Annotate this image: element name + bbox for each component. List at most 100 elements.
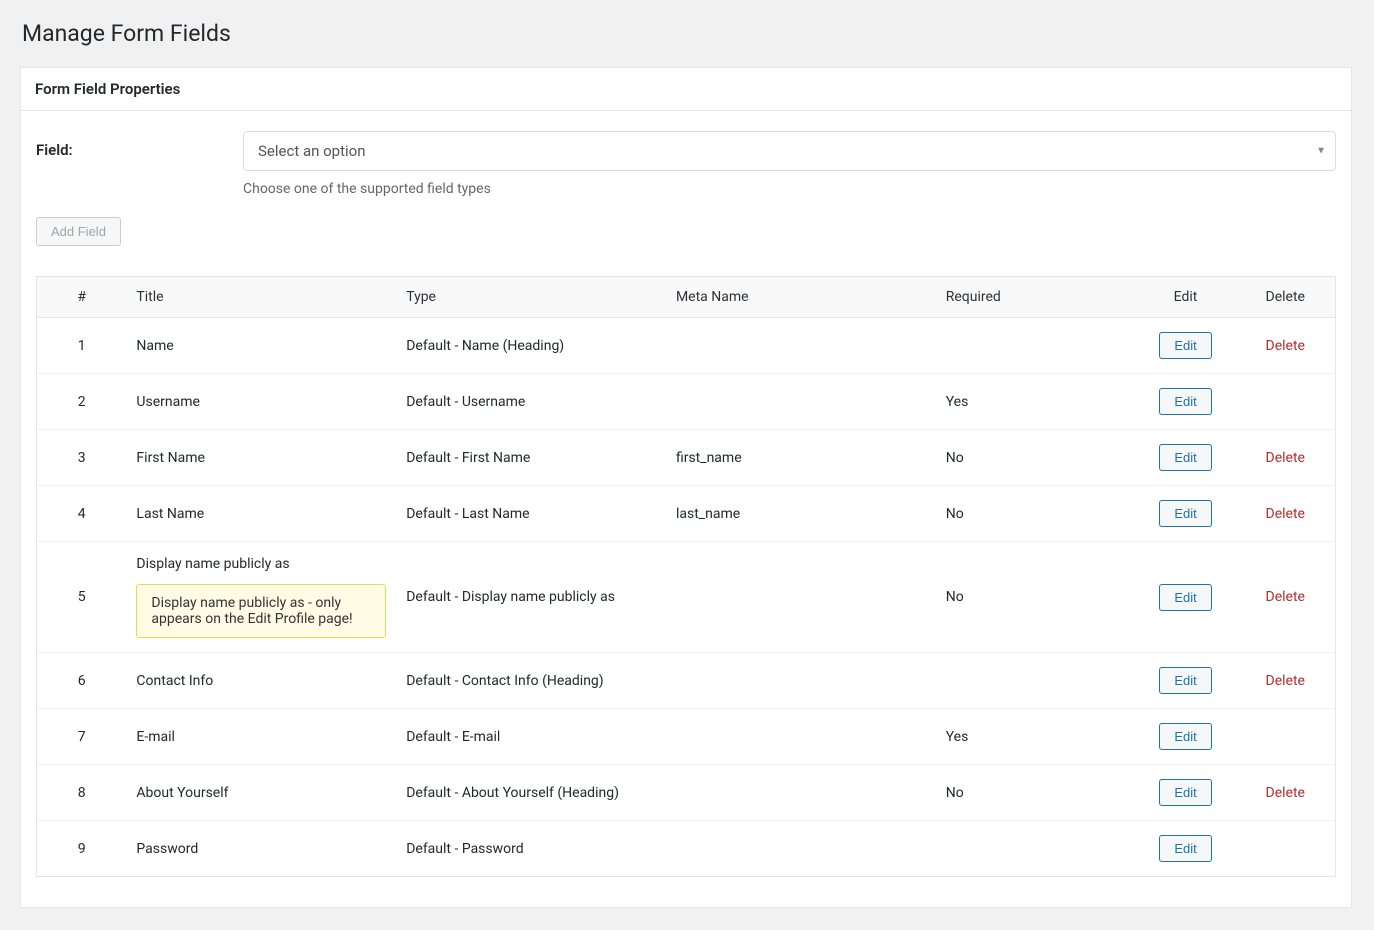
cell-type: Default - First Name [396,430,666,486]
cell-type: Default - About Yourself (Heading) [396,765,666,821]
edit-button[interactable]: Edit [1159,835,1211,862]
table-row: 8About YourselfDefault - About Yourself … [37,765,1336,821]
cell-required: No [936,486,1136,542]
field-description: Choose one of the supported field types [243,181,1336,197]
notice-box: Display name publicly as - only appears … [136,584,386,638]
cell-type: Default - Password [396,821,666,877]
cell-type: Default - E-mail [396,709,666,765]
cell-required: Yes [936,709,1136,765]
field-type-select[interactable]: Select an option [243,131,1336,171]
cell-delete: Delete [1236,765,1336,821]
cell-title-text: Display name publicly as [136,556,289,572]
form-properties-panel: Form Field Properties Field: Select an o… [20,67,1352,908]
table-row: 1NameDefault - Name (Heading)EditDelete [37,318,1336,374]
cell-edit: Edit [1136,430,1236,486]
delete-link[interactable]: Delete [1266,450,1305,466]
cell-required: No [936,542,1136,653]
cell-delete [1236,374,1336,430]
cell-edit: Edit [1136,486,1236,542]
cell-delete [1236,709,1336,765]
cell-required [936,318,1136,374]
edit-button[interactable]: Edit [1159,667,1211,694]
table-row: 6Contact InfoDefault - Contact Info (Hea… [37,653,1336,709]
cell-required: No [936,430,1136,486]
cell-type: Default - Last Name [396,486,666,542]
cell-title: About Yourself [126,765,396,821]
cell-required [936,821,1136,877]
cell-meta [666,318,936,374]
cell-type: Default - Display name publicly as [396,542,666,653]
edit-button[interactable]: Edit [1159,779,1211,806]
panel-header: Form Field Properties [21,68,1351,111]
delete-link[interactable]: Delete [1266,673,1305,689]
cell-meta [666,653,936,709]
cell-edit: Edit [1136,821,1236,877]
cell-title: Contact Info [126,653,396,709]
fields-table: # Title Type Meta Name Required Edit Del… [36,276,1336,877]
cell-type: Default - Username [396,374,666,430]
panel-header-title: Form Field Properties [35,80,180,98]
th-title: Title [126,277,396,318]
delete-link[interactable]: Delete [1266,506,1305,522]
table-row: 2UsernameDefault - UsernameYesEdit [37,374,1336,430]
cell-delete: Delete [1236,542,1336,653]
cell-meta [666,374,936,430]
cell-title: Last Name [126,486,396,542]
th-delete: Delete [1236,277,1336,318]
cell-required [936,653,1136,709]
cell-title: E-mail [126,709,396,765]
cell-edit: Edit [1136,765,1236,821]
cell-title: Name [126,318,396,374]
cell-meta [666,709,936,765]
cell-title: Password [126,821,396,877]
cell-edit: Edit [1136,318,1236,374]
cell-edit: Edit [1136,653,1236,709]
cell-meta: last_name [666,486,936,542]
cell-index: 1 [37,318,127,374]
cell-meta [666,765,936,821]
cell-delete [1236,821,1336,877]
cell-edit: Edit [1136,542,1236,653]
cell-type: Default - Contact Info (Heading) [396,653,666,709]
th-required: Required [936,277,1136,318]
cell-required: No [936,765,1136,821]
page-title: Manage Form Fields [0,0,1374,67]
th-meta: Meta Name [666,277,936,318]
cell-index: 2 [37,374,127,430]
table-row: 7E-mailDefault - E-mail Yes Edit [37,709,1336,765]
delete-link[interactable]: Delete [1266,589,1305,605]
delete-link[interactable]: Delete [1266,785,1305,801]
table-row: 3First NameDefault - First Namefirst_nam… [37,430,1336,486]
cell-meta: first_name [666,430,936,486]
add-field-button[interactable]: Add Field [36,217,121,246]
cell-index: 8 [37,765,127,821]
cell-meta [666,821,936,877]
th-edit: Edit [1136,277,1236,318]
cell-index: 3 [37,430,127,486]
cell-index: 6 [37,653,127,709]
cell-index: 9 [37,821,127,877]
cell-title: First Name [126,430,396,486]
edit-button[interactable]: Edit [1159,723,1211,750]
edit-button[interactable]: Edit [1159,332,1211,359]
table-row: 9PasswordDefault - Password Edit [37,821,1336,877]
cell-delete: Delete [1236,486,1336,542]
cell-index: 4 [37,486,127,542]
edit-button[interactable]: Edit [1159,584,1211,611]
cell-delete: Delete [1236,430,1336,486]
edit-button[interactable]: Edit [1159,500,1211,527]
cell-edit: Edit [1136,374,1236,430]
th-index: # [37,277,127,318]
cell-index: 5 [37,542,127,653]
table-row: 4Last NameDefault - Last Namelast_nameNo… [37,486,1336,542]
edit-button[interactable]: Edit [1159,444,1211,471]
cell-index: 7 [37,709,127,765]
th-type: Type [396,277,666,318]
cell-title: Username [126,374,396,430]
edit-button[interactable]: Edit [1159,388,1211,415]
field-type-select-value: Select an option [258,142,365,160]
panel-body: Field: Select an option ▼ Choose one of … [21,111,1351,907]
delete-link[interactable]: Delete [1266,338,1305,354]
cell-delete: Delete [1236,318,1336,374]
cell-delete: Delete [1236,653,1336,709]
